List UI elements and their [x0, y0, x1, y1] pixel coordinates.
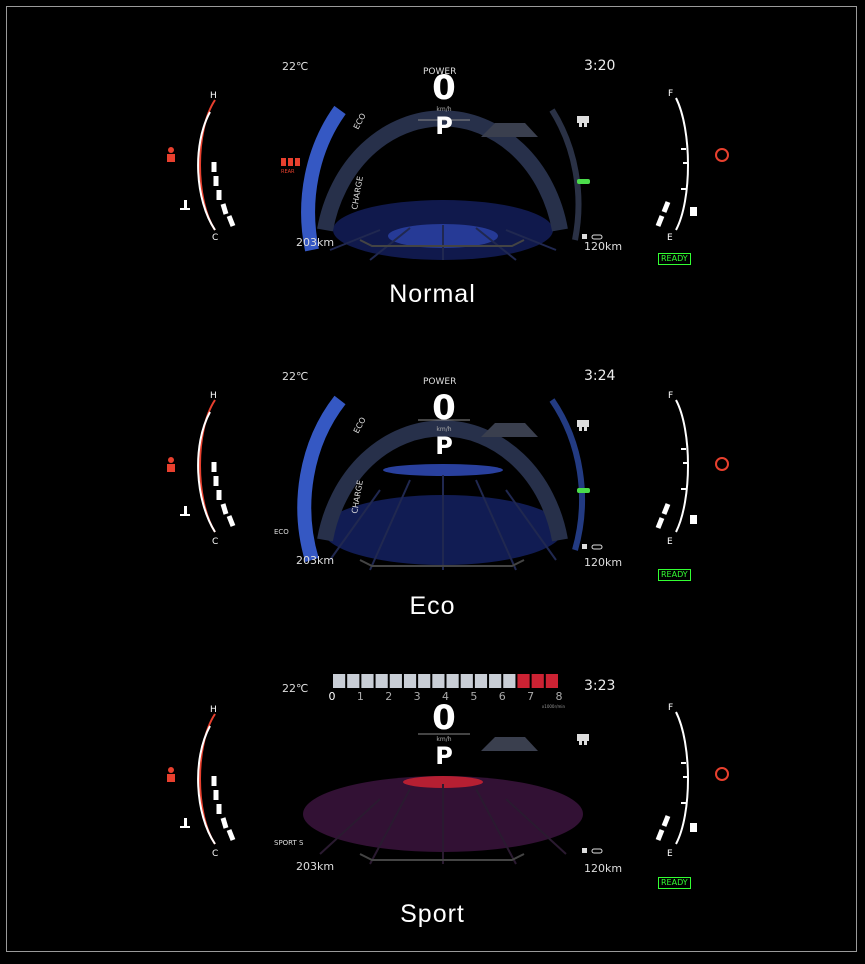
fuel-pump-icon [690, 207, 697, 216]
tach-segment [489, 674, 502, 688]
parking-brake-icon [715, 457, 729, 471]
car-status-icon [577, 116, 589, 127]
car-status-icon [577, 734, 589, 745]
range-right: 120km [584, 240, 623, 253]
eco-car-icon [577, 179, 590, 184]
range-icon [582, 848, 603, 854]
coolant-temp-icon [180, 200, 190, 210]
gauge-cold-label: C [212, 849, 218, 859]
outside-temperature: 22℃ [282, 682, 309, 695]
clock: 3:24 [584, 368, 616, 384]
speed-value: 0 [432, 388, 456, 428]
range-left: 203km [296, 236, 335, 249]
gauge-hot-label: H [210, 705, 217, 715]
range-icon [582, 544, 603, 550]
gear-indicator: P [435, 432, 453, 460]
speed-value: 0 [432, 68, 456, 108]
tach-tick-label: 8 [556, 690, 563, 703]
eco-car-icon [577, 488, 590, 493]
tach-segment [403, 674, 417, 688]
range-left: 203km [296, 860, 335, 873]
ready-indicator: READY [658, 253, 691, 265]
speed-value: 0 [432, 698, 456, 738]
gauge-full-label: F [668, 703, 673, 713]
tach-segment [389, 674, 402, 688]
tach-tick-label: 0 [329, 690, 336, 703]
tach-segment [460, 674, 473, 688]
tach-segment [517, 674, 530, 688]
gear-indicator: P [435, 112, 453, 140]
range-left: 203km [296, 554, 335, 567]
mode-caption: Sport [400, 900, 465, 928]
ready-indicator: READY [658, 569, 691, 581]
gear-indicator: P [435, 742, 453, 770]
range-right: 120km [584, 862, 623, 875]
tach-segment [432, 674, 445, 688]
gauge-full-label: F [668, 391, 673, 401]
outside-temperature: 22℃ [282, 370, 309, 383]
car-status-icon [577, 420, 589, 431]
tach-segment [545, 674, 558, 688]
rear-label: REAR [281, 169, 295, 175]
cluster-panel-sport: 0 1 2 3 4 5 6 7 8 x1000r/min H C F E 22℃ 3:23 0 k… [0, 664, 865, 964]
gauge-empty-label: E [667, 849, 673, 859]
tach-segment [333, 674, 346, 688]
clock: 3:23 [584, 678, 616, 694]
seatbelt-warning-icon [167, 457, 175, 472]
arc-charge-label: CHARGE [350, 175, 365, 210]
gauge-hot-label: H [210, 91, 217, 101]
fuel-pump-icon [690, 823, 697, 832]
tach-segment [361, 674, 374, 688]
tach-segment [503, 674, 516, 688]
gauge-empty-label: E [667, 233, 673, 243]
drive-mode-tag: ECO [274, 528, 289, 536]
tach-segment [347, 674, 360, 688]
arc-eco-label: ECO [352, 416, 368, 435]
fuel-pump-icon [690, 515, 697, 524]
cluster-panel-normal: H C F E POWER ECO CHARGE REAR 22℃ 3:20 0… [0, 50, 865, 350]
cluster-panel-eco: H C F E POWER ECO CHARGE 22℃ 3:24 0 km/h… [0, 360, 865, 660]
mode-caption: Normal [389, 280, 476, 308]
gauge-hot-label: H [210, 391, 217, 401]
tach-tick-label: 2 [385, 690, 392, 703]
tach-unit-label: x1000r/min [542, 704, 566, 709]
gauge-full-label: F [668, 89, 673, 99]
arc-eco-label: ECO [352, 112, 368, 131]
tach-tick-label: 6 [499, 690, 506, 703]
tach-tick-label: 7 [527, 690, 534, 703]
ready-indicator: READY [658, 877, 691, 889]
drive-mode-tag: SPORT S [274, 839, 304, 847]
range-right: 120km [584, 556, 623, 569]
gauge-empty-label: E [667, 537, 673, 547]
seatbelt-warning-icon [167, 147, 175, 162]
arc-power-label: POWER [423, 377, 456, 387]
seatbelt-warning-icon [167, 767, 175, 782]
gauge-cold-label: C [212, 537, 218, 547]
parking-brake-icon [715, 767, 729, 781]
tach-segment [375, 674, 388, 688]
tach-segment [474, 674, 488, 688]
range-icon [582, 234, 603, 240]
outside-temperature: 22℃ [282, 60, 309, 73]
mode-caption: Eco [409, 592, 456, 620]
coolant-temp-icon [180, 506, 190, 516]
rear-seatbelt-icon [281, 158, 300, 166]
tach-segment [531, 674, 544, 688]
clock: 3:20 [584, 58, 616, 74]
tach-segment [446, 674, 459, 688]
tach-segment [418, 674, 431, 688]
gauge-cold-label: C [212, 233, 218, 243]
tach-tick-label: 1 [357, 690, 364, 703]
parking-brake-icon [715, 148, 729, 162]
coolant-temp-icon [180, 818, 190, 828]
